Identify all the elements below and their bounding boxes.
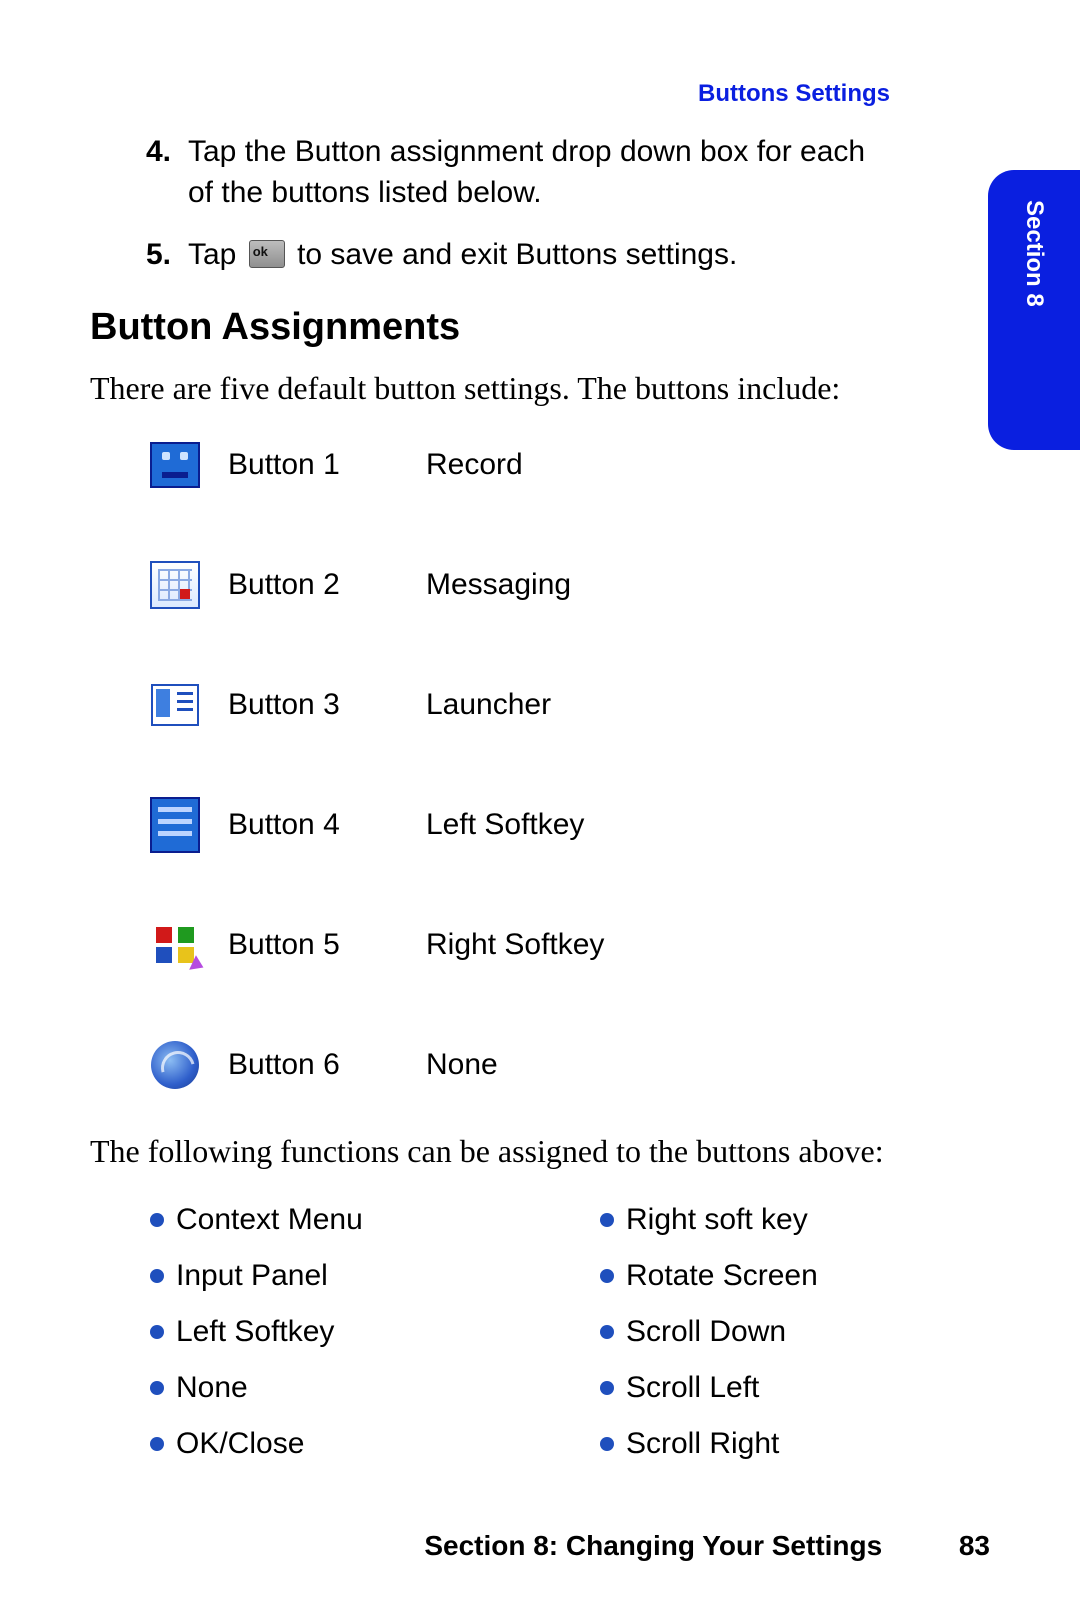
step-number: 4.: [146, 132, 176, 213]
list-item: Input Panel: [150, 1259, 540, 1293]
step-item: 5. Tap to save and exit Buttons settings…: [146, 235, 890, 276]
document-page: Buttons Settings Section 8 4. Tap the Bu…: [0, 0, 1080, 1622]
list-item-label: Scroll Left: [626, 1371, 759, 1405]
list-item: Rotate Screen: [600, 1259, 990, 1293]
step-number: 5.: [146, 235, 176, 276]
list-item-label: Context Menu: [176, 1203, 363, 1237]
bullet-icon: [150, 1325, 164, 1339]
section-side-tab-label: Section 8: [1020, 200, 1048, 307]
button-value: Messaging: [426, 568, 571, 602]
bullet-icon: [600, 1437, 614, 1451]
list-item-label: Scroll Right: [626, 1427, 779, 1461]
bullet-icon: [150, 1381, 164, 1395]
section-heading: Button Assignments: [90, 306, 990, 349]
list-item-label: Scroll Down: [626, 1315, 786, 1349]
calendar-icon: [150, 560, 200, 610]
button-value: Right Softkey: [426, 928, 604, 962]
table-row: Button 2 Messaging: [150, 560, 990, 610]
button-assignment-table: Button 1 Record Button 2 Messaging Butto…: [150, 440, 990, 1090]
functions-intro-paragraph: The following functions can be assigned …: [90, 1130, 890, 1173]
step-text: Tap to save and exit Buttons settings.: [188, 235, 737, 276]
list-item: Scroll Left: [600, 1371, 990, 1405]
page-header-topic: Buttons Settings: [90, 80, 990, 108]
table-row: Button 1 Record: [150, 440, 990, 490]
list-item: Context Menu: [150, 1203, 540, 1237]
button-name: Button 2: [228, 568, 398, 602]
step-text: Tap the Button assignment drop down box …: [188, 132, 890, 213]
table-row: Button 5 Right Softkey: [150, 920, 990, 970]
footer-section-title: Section 8: Changing Your Settings: [424, 1530, 882, 1561]
bullet-icon: [600, 1325, 614, 1339]
bullet-icon: [600, 1269, 614, 1283]
document-icon: [150, 800, 200, 850]
list-item: Left Softkey: [150, 1315, 540, 1349]
launcher-icon: [150, 680, 200, 730]
button-value: Record: [426, 448, 523, 482]
bullet-icon: [150, 1269, 164, 1283]
list-item-label: Input Panel: [176, 1259, 328, 1293]
list-item: None: [150, 1371, 540, 1405]
button-name: Button 6: [228, 1048, 398, 1082]
list-item: Right soft key: [600, 1203, 990, 1237]
record-icon: [150, 440, 200, 490]
button-value: Left Softkey: [426, 808, 584, 842]
bullet-icon: [600, 1381, 614, 1395]
list-item-label: OK/Close: [176, 1427, 304, 1461]
bullet-icon: [150, 1437, 164, 1451]
button-name: Button 1: [228, 448, 398, 482]
list-item-label: Left Softkey: [176, 1315, 334, 1349]
bullet-icon: [150, 1213, 164, 1227]
functions-column-left: Context Menu Input Panel Left Softkey No…: [150, 1203, 540, 1483]
button-name: Button 4: [228, 808, 398, 842]
ok-icon: [249, 240, 285, 268]
list-item: Scroll Right: [600, 1427, 990, 1461]
swirl-icon: [150, 1040, 200, 1090]
table-row: Button 6 None: [150, 1040, 990, 1090]
step-text-after: to save and exit Buttons settings.: [297, 238, 737, 271]
tiles-icon: [150, 920, 200, 970]
functions-column-right: Right soft key Rotate Screen Scroll Down…: [600, 1203, 990, 1483]
page-number: 83: [930, 1530, 990, 1562]
table-row: Button 3 Launcher: [150, 680, 990, 730]
page-footer: Section 8: Changing Your Settings 83: [90, 1530, 990, 1562]
step-item: 4. Tap the Button assignment drop down b…: [146, 132, 890, 213]
button-value: None: [426, 1048, 498, 1082]
functions-list: Context Menu Input Panel Left Softkey No…: [150, 1203, 990, 1483]
list-item-label: Rotate Screen: [626, 1259, 818, 1293]
list-item: Scroll Down: [600, 1315, 990, 1349]
intro-paragraph: There are five default button settings. …: [90, 367, 890, 410]
button-name: Button 3: [228, 688, 398, 722]
button-name: Button 5: [228, 928, 398, 962]
list-item-label: None: [176, 1371, 248, 1405]
list-item: OK/Close: [150, 1427, 540, 1461]
section-side-tab: Section 8: [988, 170, 1080, 450]
bullet-icon: [600, 1213, 614, 1227]
button-value: Launcher: [426, 688, 551, 722]
table-row: Button 4 Left Softkey: [150, 800, 990, 850]
step-text-before: Tap: [188, 238, 245, 271]
list-item-label: Right soft key: [626, 1203, 808, 1237]
numbered-steps: 4. Tap the Button assignment drop down b…: [90, 132, 890, 276]
